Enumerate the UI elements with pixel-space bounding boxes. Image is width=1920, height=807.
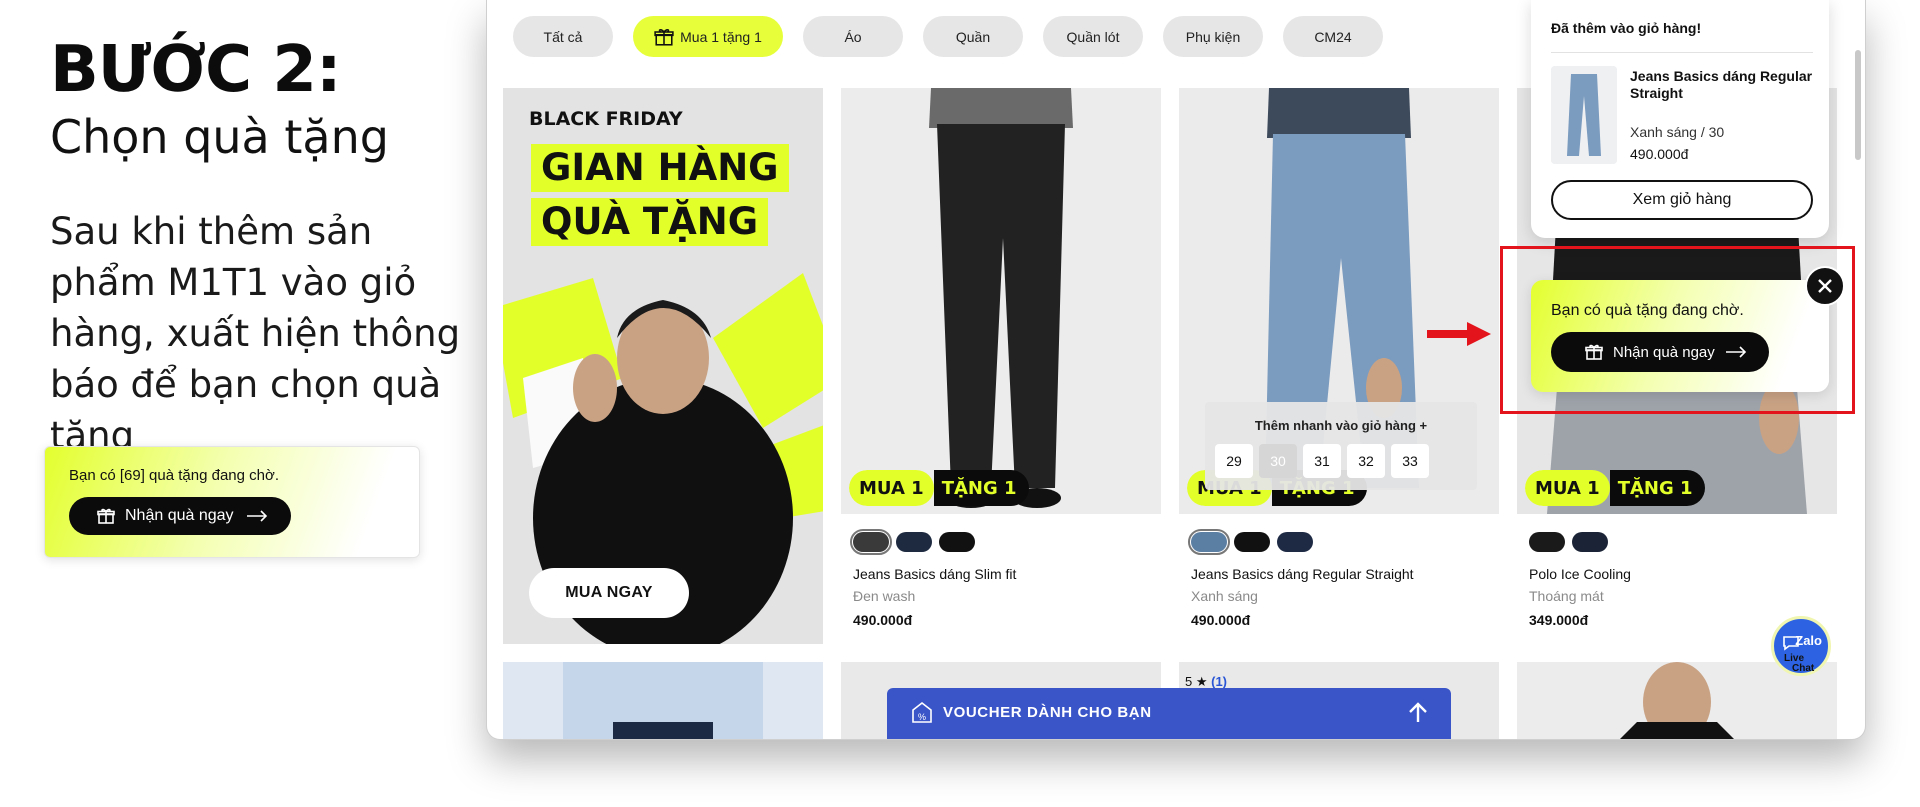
product-name[interactable]: Polo Ice Cooling <box>1529 566 1631 582</box>
product-info: Jeans Basics dáng Slim fit Đen wash 490.… <box>841 514 1161 644</box>
cart-added-popup: Đã thêm vào giỏ hàng! Jeans Basics dáng … <box>1531 0 1829 238</box>
product-card[interactable]: MUA 1 TẶNG 1 Jeans Basics dáng Slim fit … <box>841 88 1161 644</box>
size-option[interactable]: 33 <box>1391 444 1429 478</box>
quick-add-title: Thêm nhanh vào giỏ hàng + <box>1254 418 1428 433</box>
zalo-chat-button[interactable]: Zalo Live Chat <box>1771 616 1831 676</box>
cart-popup-heading: Đã thêm vào giỏ hàng! <box>1551 20 1702 36</box>
color-swatch[interactable] <box>850 529 892 555</box>
arrow-right-icon <box>246 510 267 522</box>
cart-item-thumbnail[interactable] <box>1551 66 1617 164</box>
highlight-box <box>1500 246 1855 414</box>
product-photo <box>841 88 1161 514</box>
store-window: Tất cả Mua 1 tặng 1 Áo Quần Quần lót Phụ… <box>486 0 1866 740</box>
color-swatches <box>1188 529 1313 555</box>
product-name[interactable]: Jeans Basics dáng Slim fit <box>853 566 1016 582</box>
chat-bubble-icon <box>1783 636 1799 651</box>
filter-cm24[interactable]: CM24 <box>1283 16 1383 57</box>
voucher-label: VOUCHER DÀNH CHO BẠN <box>943 704 1152 721</box>
color-swatch[interactable] <box>1572 532 1608 552</box>
category-filters: Tất cả Mua 1 tặng 1 Áo Quần Quần lót Phụ… <box>513 16 1383 57</box>
color-swatch[interactable] <box>1529 532 1565 552</box>
quick-add-panel: Thêm nhanh vào giỏ hàng + 29 30 31 32 33 <box>1205 402 1477 490</box>
filter-accessories[interactable]: Phụ kiện <box>1163 16 1263 57</box>
tutorial-panel: BƯỚC 2: Chọn quà tặng Sau khi thêm sản p… <box>50 30 470 461</box>
arrow-right-icon <box>1427 322 1491 346</box>
color-swatch[interactable] <box>1188 529 1230 555</box>
filter-buy1get1[interactable]: Mua 1 tặng 1 <box>633 16 783 57</box>
promo-badge: MUA 1 TẶNG 1 <box>1525 470 1705 506</box>
product-info: Jeans Basics dáng Regular Straight Xanh … <box>1179 514 1499 644</box>
filter-all[interactable]: Tất cả <box>513 16 613 57</box>
buy-now-button[interactable]: MUA NGAY <box>529 568 689 618</box>
filter-pants[interactable]: Quần <box>923 16 1023 57</box>
color-swatch[interactable] <box>1277 532 1313 552</box>
gift-notice-text: Bạn có [69] quà tặng đang chờ. <box>69 467 279 484</box>
view-cart-button[interactable]: Xem giỏ hàng <box>1551 180 1813 220</box>
size-option[interactable]: 30 <box>1259 444 1297 478</box>
color-swatch[interactable] <box>1234 532 1270 552</box>
product-photo <box>1551 66 1617 164</box>
arrow-up-icon[interactable] <box>1407 702 1429 724</box>
size-option[interactable]: 31 <box>1303 444 1341 478</box>
color-swatch[interactable] <box>939 532 975 552</box>
product-image[interactable]: MUA 1 TẶNG 1 <box>841 88 1161 514</box>
gift-notice-example: Bạn có [69] quà tặng đang chờ. Nhận quà … <box>44 446 420 558</box>
size-option[interactable]: 29 <box>1215 444 1253 478</box>
product-price: 349.000đ <box>1529 612 1589 628</box>
product-color: Đen wash <box>853 588 916 604</box>
color-swatches <box>850 529 975 555</box>
gift-icon <box>654 28 674 46</box>
product-name[interactable]: Jeans Basics dáng Regular Straight <box>1191 566 1414 582</box>
filter-buy1get1-label: Mua 1 tặng 1 <box>680 28 762 45</box>
banner-artwork <box>503 273 823 644</box>
claim-gift-label: Nhận quà ngay <box>125 507 234 524</box>
svg-text:%: % <box>918 712 926 722</box>
cart-item-variant: Xanh sáng / 30 <box>1630 124 1725 140</box>
color-swatch[interactable] <box>896 532 932 552</box>
filter-underwear[interactable]: Quần lót <box>1043 16 1143 57</box>
product-color: Xanh sáng <box>1191 588 1258 604</box>
promo-badge: MUA 1 TẶNG 1 <box>849 470 1029 506</box>
product-photo <box>503 662 823 739</box>
claim-gift-button-example[interactable]: Nhận quà ngay <box>69 497 291 535</box>
divider <box>1551 52 1813 53</box>
color-swatches <box>1529 532 1608 552</box>
product-card[interactable]: MUA 1 TẶNG 1 Jeans Basics dáng Regular S… <box>1179 88 1499 644</box>
product-card-preview[interactable] <box>503 662 823 739</box>
cart-item-name: Jeans Basics dáng Regular Straight <box>1630 68 1813 101</box>
promo-banner[interactable]: BLACK FRIDAY GIAN HÀNG QUÀ TẶNG MUA NGAY <box>503 88 823 644</box>
size-options: 29 30 31 32 33 <box>1215 444 1429 478</box>
step-description: Sau khi thêm sản phẩm M1T1 vào giỏ hàng,… <box>50 210 461 457</box>
product-price: 490.000đ <box>853 612 913 628</box>
step-title: BƯỚC 2: <box>50 33 342 107</box>
step-subtitle: Chọn quà tặng <box>50 110 389 164</box>
cart-item-price: 490.000đ <box>1630 146 1689 162</box>
voucher-icon: % <box>912 701 932 723</box>
product-color: Thoáng mát <box>1529 588 1604 604</box>
scrollbar[interactable] <box>1855 50 1861 160</box>
product-price: 490.000đ <box>1191 612 1251 628</box>
filter-shirts[interactable]: Áo <box>803 16 903 57</box>
voucher-bar[interactable]: % VOUCHER DÀNH CHO BẠN <box>887 688 1451 739</box>
size-option[interactable]: 32 <box>1347 444 1385 478</box>
gift-icon <box>97 508 115 524</box>
